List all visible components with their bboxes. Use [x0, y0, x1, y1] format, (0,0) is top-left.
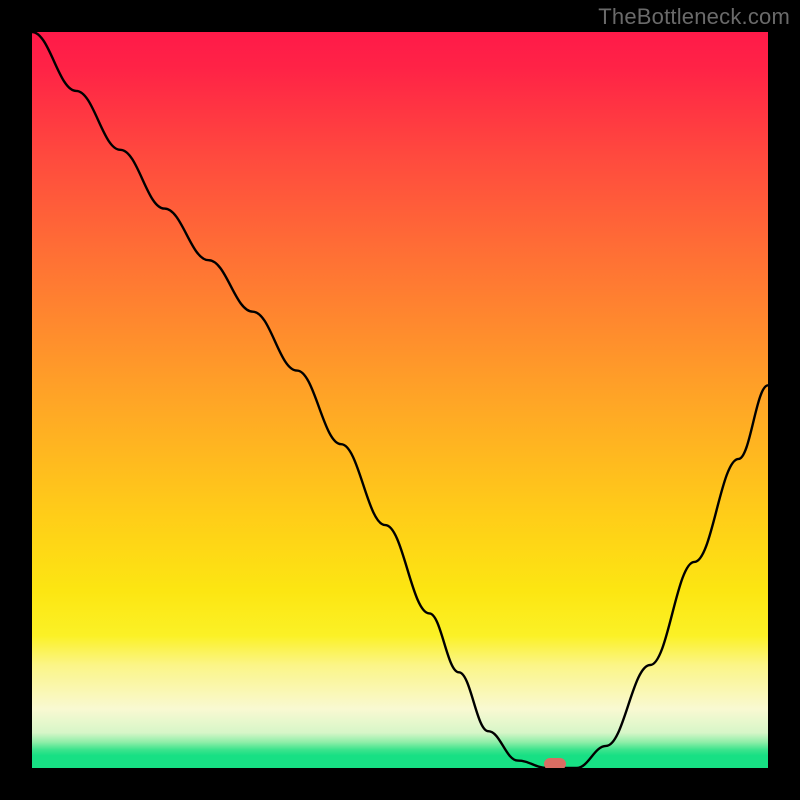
watermark-label: TheBottleneck.com [598, 4, 790, 30]
optimum-marker [544, 758, 566, 768]
bottleneck-curve [32, 32, 768, 768]
curve-layer [32, 32, 768, 768]
plot-area [32, 32, 768, 768]
chart-frame: TheBottleneck.com [0, 0, 800, 800]
